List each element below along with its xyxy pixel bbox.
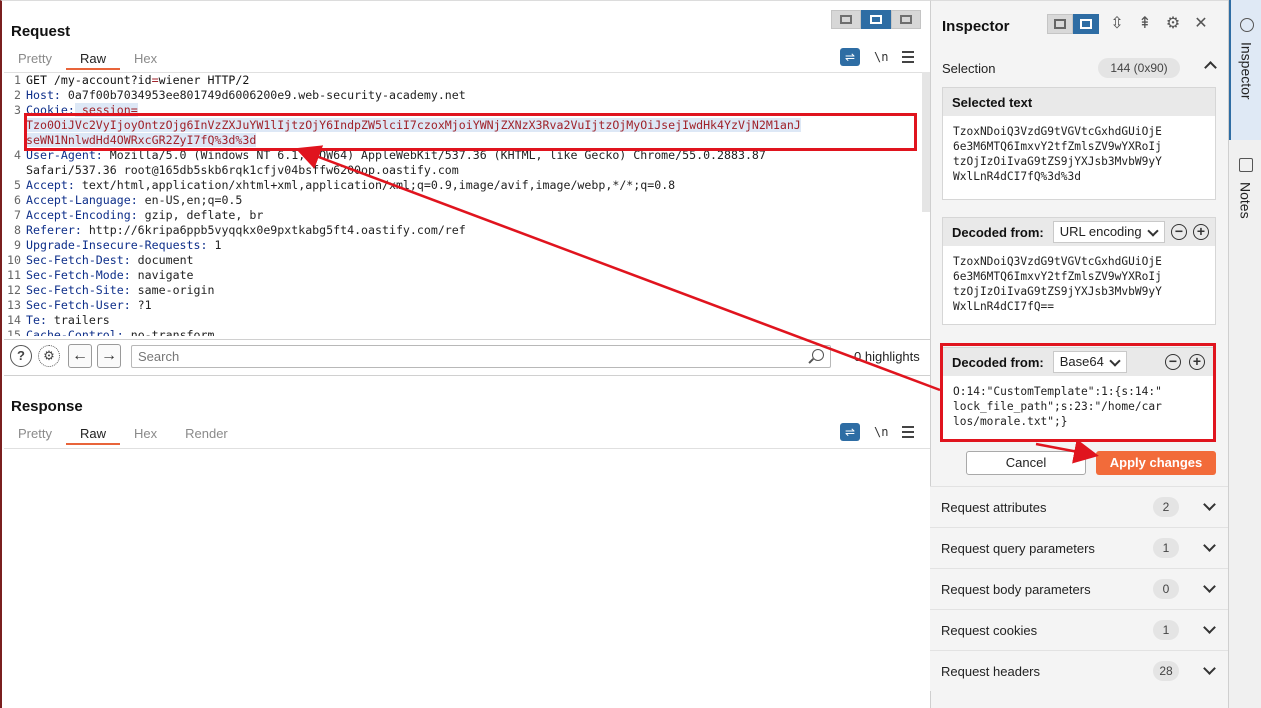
annotation-arrows [295, 145, 1099, 464]
arrow-to-cookie [295, 145, 941, 392]
arrow-to-apply [1035, 438, 1099, 464]
